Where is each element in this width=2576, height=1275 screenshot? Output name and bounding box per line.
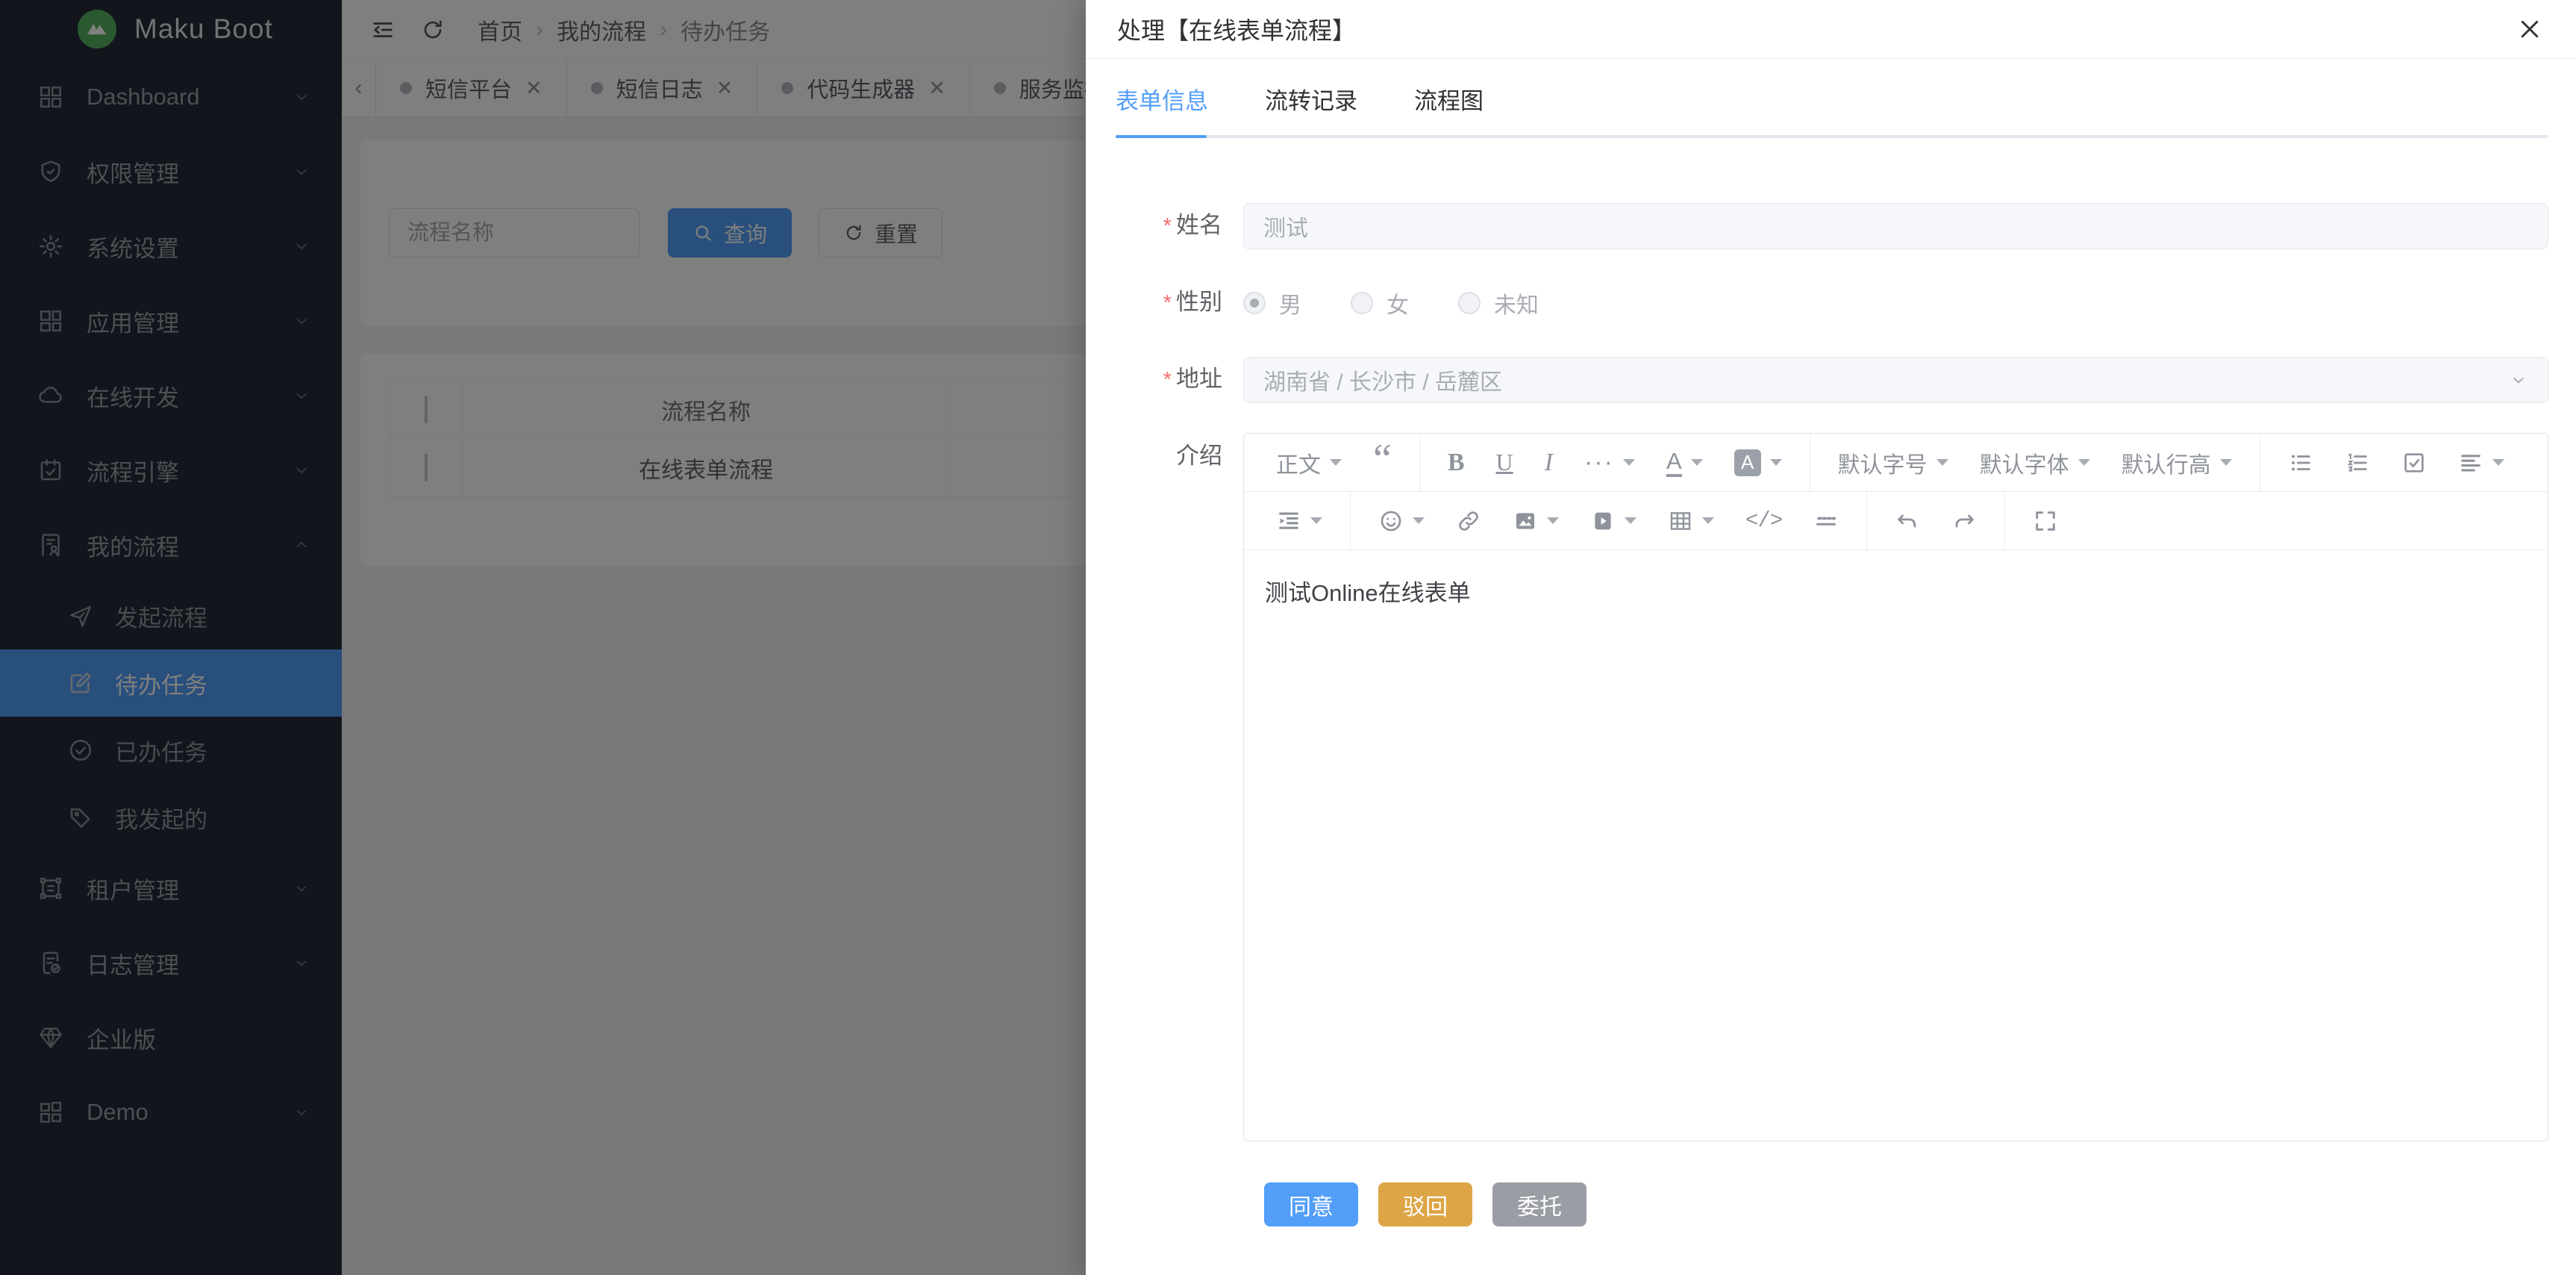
underline-icon[interactable]: U (1481, 434, 1529, 492)
font-size-dropdown[interactable]: 默认字号 (1822, 434, 1964, 492)
process-drawer: 处理【在线表单流程】 表单信息 流转记录 流程图 *姓名 测试 *性别 男 (1086, 0, 2576, 1275)
paragraph-style-dropdown[interactable]: 正文 (1260, 434, 1357, 492)
toolbar-separator (2004, 492, 2005, 550)
radio-icon (1351, 292, 1373, 314)
toolbar-separator (1866, 492, 1867, 550)
rich-text-editor: 正文 “ B U I ··· A A 默认字号 默认字体 默 (1243, 433, 2548, 1141)
drawer-title: 处理【在线表单流程】 (1117, 12, 1356, 46)
font-family-dropdown[interactable]: 默认字体 (1964, 434, 2106, 492)
tab-flow-records[interactable]: 流转记录 (1265, 82, 1357, 116)
editor-toolbar-row1: 正文 “ B U I ··· A A 默认字号 默认字体 默 (1244, 434, 2548, 492)
reject-button[interactable]: 驳回 (1378, 1182, 1472, 1226)
form-row-address: *地址 湖南省 / 长沙市 / 岳麓区 (1116, 356, 2548, 403)
horizontal-rule-icon[interactable] (1798, 492, 1854, 550)
ordered-list-icon[interactable] (2329, 434, 2386, 492)
form-row-gender: *性别 男 女 未知 (1116, 279, 2548, 326)
caret-down-icon (2220, 459, 2232, 466)
caret-down-icon (1310, 517, 1322, 524)
tabs-active-bar (1116, 135, 1207, 138)
name-field[interactable]: 测试 (1243, 203, 2548, 249)
required-asterisk: * (1163, 291, 1172, 315)
align-icon[interactable] (2442, 434, 2520, 492)
caret-down-icon (1623, 459, 1635, 466)
more-styles-icon[interactable]: ··· (1569, 434, 1651, 492)
undo-icon[interactable] (1879, 492, 1936, 550)
toolbar-separator (1350, 492, 1351, 550)
modal-overlay[interactable] (0, 0, 1086, 1275)
required-asterisk: * (1163, 368, 1172, 392)
caret-down-icon (1330, 459, 1342, 466)
intro-label: 介绍 (1176, 443, 1222, 469)
code-block-icon[interactable]: </> (1730, 492, 1798, 550)
italic-icon[interactable]: I (1529, 434, 1569, 492)
caret-down-icon (1691, 459, 1703, 466)
emoji-icon[interactable] (1363, 492, 1440, 550)
caret-down-icon (1625, 517, 1636, 524)
address-label: 地址 (1176, 366, 1222, 392)
fullscreen-icon[interactable] (2017, 492, 2074, 550)
form-row-intro: 介绍 正文 “ B U I ··· A A (1116, 433, 2548, 1141)
caret-down-icon (2078, 459, 2090, 466)
toolbar-separator (1419, 434, 1420, 492)
gender-radio-female[interactable]: 女 (1351, 287, 1409, 319)
indent-icon[interactable] (1260, 492, 1338, 550)
tabs-track (1116, 135, 2548, 138)
caret-down-icon (1702, 517, 1714, 524)
caret-down-icon (1413, 517, 1425, 524)
form-row-name: *姓名 测试 (1116, 202, 2548, 249)
caret-down-icon (1547, 517, 1559, 524)
tab-form-info[interactable]: 表单信息 (1116, 82, 1208, 116)
radio-selected-icon (1243, 292, 1266, 314)
caret-down-icon (2492, 459, 2504, 466)
bullet-list-icon[interactable] (2272, 434, 2329, 492)
process-form: *姓名 测试 *性别 男 女 未知 *地址 (1116, 202, 2548, 1226)
bold-icon[interactable]: B (1432, 434, 1481, 492)
agree-button[interactable]: 同意 (1264, 1182, 1358, 1226)
drawer-body: 表单信息 流转记录 流程图 *姓名 测试 *性别 男 女 未知 (1086, 59, 2576, 1226)
line-height-dropdown[interactable]: 默认行高 (2106, 434, 2248, 492)
video-icon[interactable] (1575, 492, 1652, 550)
caret-down-icon (1770, 459, 1782, 466)
font-color-icon[interactable]: A (1651, 434, 1719, 492)
address-select[interactable]: 湖南省 / 长沙市 / 岳麓区 (1243, 357, 2548, 403)
drawer-header: 处理【在线表单流程】 (1086, 0, 2576, 59)
tab-flow-diagram[interactable]: 流程图 (1414, 82, 1484, 116)
radio-icon (1458, 292, 1481, 314)
gender-label: 性别 (1176, 289, 1222, 315)
image-icon[interactable] (1497, 492, 1575, 550)
required-asterisk: * (1163, 214, 1172, 238)
task-list-icon[interactable] (2386, 434, 2442, 492)
highlight-color-icon[interactable]: A (1719, 434, 1798, 492)
table-icon[interactable] (1652, 492, 1730, 550)
gender-radio-group: 男 女 未知 (1243, 280, 2548, 326)
caret-down-icon (1936, 459, 1948, 466)
editor-toolbar-row2: </> (1244, 492, 2548, 550)
gender-radio-male[interactable]: 男 (1243, 287, 1301, 319)
delegate-button[interactable]: 委托 (1492, 1182, 1586, 1226)
close-icon[interactable] (2516, 16, 2543, 43)
chevron-down-icon (2509, 370, 2528, 390)
gender-radio-unknown[interactable]: 未知 (1458, 287, 1539, 319)
blockquote-icon[interactable]: “ (1357, 434, 1407, 492)
editor-content[interactable]: 测试Online在线表单 (1244, 550, 2548, 1141)
name-label: 姓名 (1176, 212, 1222, 238)
redo-icon[interactable] (1936, 492, 1992, 550)
link-icon[interactable] (1440, 492, 1497, 550)
drawer-actions: 同意 驳回 委托 (1264, 1182, 2548, 1226)
drawer-tabs: 表单信息 流转记录 流程图 (1116, 59, 2548, 138)
